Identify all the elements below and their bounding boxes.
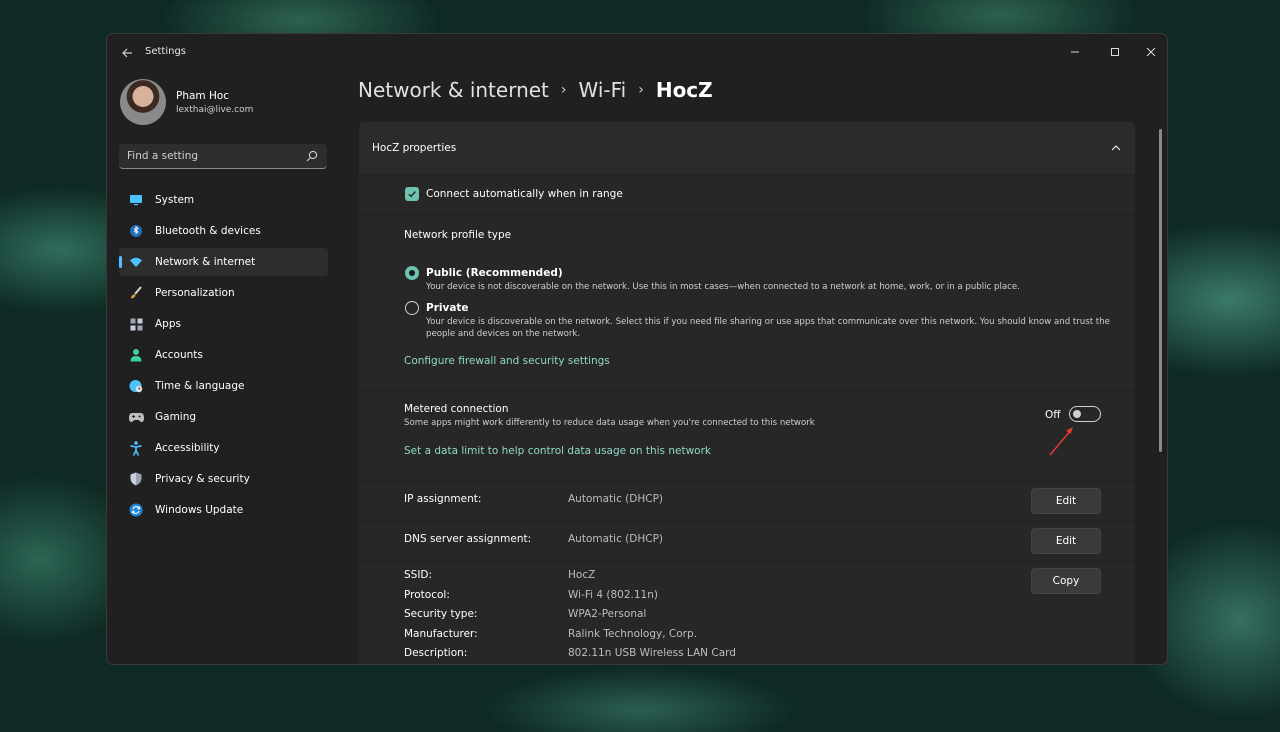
search-icon[interactable] <box>305 149 319 163</box>
back-button[interactable] <box>117 43 137 63</box>
sidebar-item-personalization[interactable]: Personalization <box>119 279 328 307</box>
chevron-right-icon: › <box>560 82 567 98</box>
sidebar-item-label: Network & internet <box>155 256 256 268</box>
chevron-up-icon[interactable] <box>1109 141 1123 155</box>
gamepad-icon <box>128 409 144 425</box>
private-label: Private <box>426 302 469 314</box>
firewall-settings-link[interactable]: Configure firewall and security settings <box>404 355 610 367</box>
properties-header[interactable]: HocZ properties <box>359 122 1135 174</box>
sidebar-item-label: Accessibility <box>155 442 220 454</box>
sidebar-item-time-language[interactable]: Time & language <box>119 372 328 400</box>
description-label: Description: <box>404 647 468 659</box>
accessibility-icon <box>128 440 144 456</box>
metered-state: Off <box>1045 409 1061 421</box>
ip-assignment-value: Automatic (DHCP) <box>568 493 664 505</box>
sidebar-item-label: Accounts <box>155 349 203 361</box>
breadcrumb-network-internet[interactable]: Network & internet <box>358 78 549 102</box>
sidebar-item-privacy-security[interactable]: Privacy & security <box>119 465 328 493</box>
sidebar-item-windows-update[interactable]: Windows Update <box>119 496 328 524</box>
metered-toggle[interactable] <box>1069 406 1101 422</box>
sidebar-item-label: Bluetooth & devices <box>155 225 261 237</box>
manufacturer-value: Ralink Technology, Corp. <box>568 628 697 640</box>
close-icon <box>1146 47 1156 57</box>
scrollbar[interactable] <box>1159 129 1162 452</box>
sidebar-item-system[interactable]: System <box>119 186 328 214</box>
back-arrow-icon <box>122 48 132 58</box>
profile-email: lexthai@live.com <box>176 105 254 115</box>
public-label: Public (Recommended) <box>426 267 563 279</box>
search-box[interactable] <box>119 144 327 169</box>
properties-panel: HocZ properties <box>359 122 1135 664</box>
public-radio[interactable] <box>405 266 419 280</box>
sidebar-item-accounts[interactable]: Accounts <box>119 341 328 369</box>
dns-assignment-label: DNS server assignment: <box>404 533 532 545</box>
minimize-icon <box>1071 51 1079 53</box>
shield-icon <box>128 471 144 487</box>
data-limit-link[interactable]: Set a data limit to help control data us… <box>404 445 711 457</box>
sidebar-item-label: Gaming <box>155 411 197 423</box>
public-description: Your device is not discoverable on the n… <box>426 282 1020 292</box>
sidebar-item-gaming[interactable]: Gaming <box>119 403 328 431</box>
sidebar-item-network[interactable]: Network & internet <box>119 248 328 276</box>
maximize-button[interactable] <box>1097 40 1133 64</box>
sidebar-nav: System Bluetooth & devices Network & int… <box>119 186 328 527</box>
chevron-right-icon: › <box>638 82 644 98</box>
description-value: 802.11n USB Wireless LAN Card <box>568 647 736 659</box>
sidebar-item-accessibility[interactable]: Accessibility <box>119 434 328 462</box>
sidebar-item-label: Personalization <box>155 287 235 299</box>
title-bar: Settings <box>107 34 1167 72</box>
wifi-icon <box>128 254 144 270</box>
sidebar-item-label: Time & language <box>155 380 245 392</box>
brush-icon <box>128 285 144 301</box>
protocol-label: Protocol: <box>404 589 450 601</box>
private-description: Your device is discoverable on the netwo… <box>426 317 1110 339</box>
profile-type-label: Network profile type <box>404 229 512 241</box>
dns-assignment-value: Automatic (DHCP) <box>568 533 664 545</box>
dns-edit-button[interactable]: Edit <box>1031 528 1101 554</box>
sidebar-item-label: System <box>155 194 195 206</box>
avatar[interactable] <box>120 79 166 125</box>
annotation-arrow-icon <box>1049 427 1073 456</box>
private-radio[interactable] <box>405 301 419 315</box>
profile-name: Pham Hoc <box>176 90 230 102</box>
metered-label: Metered connection <box>404 403 509 415</box>
connect-auto-checkbox[interactable] <box>405 187 419 201</box>
checkmark-icon <box>408 191 416 198</box>
bluetooth-icon <box>128 223 144 239</box>
close-button[interactable] <box>1133 40 1167 64</box>
manufacturer-label: Manufacturer: <box>404 628 478 640</box>
maximize-icon <box>1111 48 1119 56</box>
person-icon <box>128 347 144 363</box>
toggle-knob <box>1073 410 1081 418</box>
sidebar-item-bluetooth[interactable]: Bluetooth & devices <box>119 217 328 245</box>
ip-edit-button[interactable]: Edit <box>1031 488 1101 514</box>
copy-button[interactable]: Copy <box>1031 568 1101 594</box>
search-input[interactable] <box>127 148 297 164</box>
breadcrumb-wifi[interactable]: Wi-Fi <box>579 78 627 102</box>
minimize-button[interactable] <box>1057 40 1093 64</box>
protocol-value: Wi-Fi 4 (802.11n) <box>568 589 658 601</box>
monitor-icon <box>128 192 144 208</box>
security-type-value: WPA2-Personal <box>568 608 647 620</box>
update-icon <box>128 502 144 518</box>
ip-assignment-label: IP assignment: <box>404 493 482 505</box>
sidebar-item-label: Apps <box>155 318 181 330</box>
app-title: Settings <box>145 46 187 57</box>
metered-description: Some apps might work differently to redu… <box>404 418 815 428</box>
ssid-label: SSID: <box>404 569 433 581</box>
properties-title: HocZ properties <box>372 142 457 154</box>
sidebar-item-label: Privacy & security <box>155 473 250 485</box>
apps-icon <box>128 316 144 332</box>
sidebar-item-label: Windows Update <box>155 504 244 516</box>
breadcrumb: Network & internet › Wi-Fi › HocZ <box>358 78 713 102</box>
radio-dot-icon <box>409 270 415 276</box>
security-type-label: Security type: <box>404 608 478 620</box>
ssid-value: HocZ <box>568 569 596 581</box>
page-title: HocZ <box>655 78 713 102</box>
globe-icon <box>128 378 144 394</box>
sidebar-item-apps[interactable]: Apps <box>119 310 328 338</box>
settings-window: Settings Pham Hoc lexthai@live.com Syste… <box>106 33 1168 665</box>
connect-auto-label: Connect automatically when in range <box>426 188 623 200</box>
